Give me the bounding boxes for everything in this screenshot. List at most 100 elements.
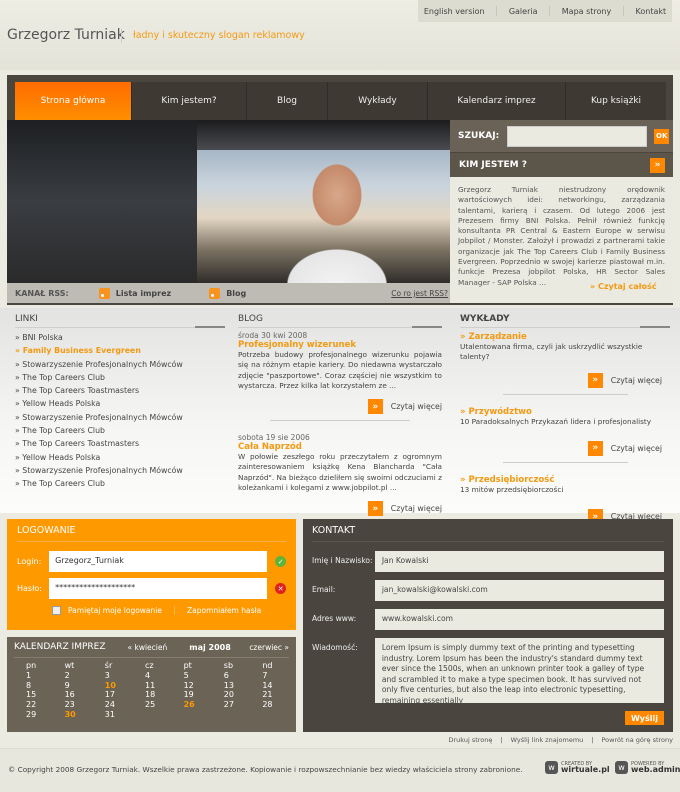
calendar-day: 20: [223, 690, 234, 700]
remember-checkbox[interactable]: [52, 606, 61, 615]
login-input[interactable]: Grzegorz_Turniak: [49, 551, 268, 572]
calendar-event-day[interactable]: 26: [172, 700, 212, 710]
rss-feed-label: Lista imprez: [115, 288, 172, 298]
calendar-event-day[interactable]: 30: [53, 710, 93, 720]
website-input[interactable]: www.kowalski.com: [374, 609, 664, 630]
link-item[interactable]: » Stowarzyszenie Profesjonalnych Mówców: [15, 464, 225, 477]
read-more-label[interactable]: Czytaj więcej: [611, 376, 662, 385]
message-textarea[interactable]: Lorem Ipsum is simply dummy text of the …: [374, 638, 664, 705]
read-more-arrow-icon[interactable]: »: [587, 372, 603, 388]
lectures-list: » Zarządzanie Utalentowana firma, czyli j…: [460, 332, 670, 525]
site-logo[interactable]: Grzegorz Turniak: [7, 27, 125, 43]
badge-name: wirtuale.pl: [561, 765, 610, 774]
calendar-day: 21: [262, 690, 273, 700]
calendar-day: 5: [183, 670, 189, 680]
calendar-day: 27: [223, 700, 234, 710]
lecture-title[interactable]: » Przywództwo: [460, 407, 670, 417]
valid-check-icon: ✓: [275, 556, 286, 567]
logo-icon: w: [615, 761, 628, 774]
link-item[interactable]: » The Top Careers Toastmasters: [15, 437, 225, 450]
back-to-top-link[interactable]: Powrót na górę strony: [601, 736, 673, 744]
post-title[interactable]: Cała Naprzód: [238, 442, 442, 452]
about-arrow-button[interactable]: »: [650, 157, 665, 173]
lecture-title[interactable]: » Przedsiębiorczość: [460, 475, 670, 485]
nav-home[interactable]: Strona główna: [15, 82, 132, 120]
read-more-button[interactable]: » Czytaj więcej: [238, 501, 442, 517]
calendar-day: 28: [262, 700, 273, 710]
lecture-title[interactable]: » Zarządzanie: [460, 332, 670, 342]
slogan: ładny i skuteczny slogan reklamowy: [133, 30, 305, 41]
rss-help-link[interactable]: Co ro jest RSS?: [391, 289, 448, 298]
top-link-english[interactable]: English version: [424, 7, 485, 16]
read-more-arrow-icon[interactable]: »: [367, 399, 383, 415]
read-more-label[interactable]: Czytaj więcej: [611, 444, 662, 453]
divider: [549, 6, 551, 16]
post-date: sobota 19 sie 2006: [238, 433, 310, 443]
rss-feed-blog[interactable]: Blog: [209, 287, 246, 299]
send-button[interactable]: Wyślij: [625, 711, 664, 725]
calendar-week: 1 2 3 4 5 6 7: [14, 671, 289, 681]
calendar-day: 17: [104, 690, 115, 700]
link-item[interactable]: » The Top Careers Club: [15, 371, 225, 384]
search-button[interactable]: OK: [654, 128, 670, 144]
hero-photo: [7, 120, 450, 283]
search-input[interactable]: [507, 125, 648, 147]
post-date: środa 30 kwi 2008: [238, 331, 308, 340]
link-item[interactable]: » The Top Careers Club: [15, 424, 225, 437]
calendar-day: 7: [262, 670, 268, 680]
rss-icon: [209, 287, 221, 299]
links-column: LINKI » BNI Polska» Family Business Ever…: [15, 314, 225, 491]
read-more-button[interactable]: » Czytaj więcej: [460, 440, 670, 456]
copyright: © Copyright 2008 Grzegorz Turniak. Wszel…: [8, 765, 523, 774]
post-excerpt: W połowie zeszłego roku przeczytałem z o…: [238, 452, 442, 493]
rss-feed-events[interactable]: Lista imprez: [98, 287, 172, 299]
top-links: English version Galeria Mapa strony Kont…: [418, 0, 672, 22]
calendar-day-header: śr: [104, 661, 113, 670]
nav-lectures[interactable]: Wykłady: [328, 82, 428, 120]
share-link[interactable]: Wyślij link znajomemu: [511, 736, 584, 744]
lectures-column: WYKŁADY » Zarządzanie Utalentowana firma,…: [460, 314, 670, 525]
top-link-contact[interactable]: Kontakt: [636, 7, 667, 16]
nav-calendar[interactable]: Kalendarz imprez: [428, 82, 566, 120]
calendar-day-header: pt: [183, 661, 192, 670]
top-link-sitemap[interactable]: Mapa strony: [562, 7, 611, 16]
forgot-password-link[interactable]: Zapomniałem hasła: [187, 606, 261, 615]
link-item[interactable]: » Family Business Evergreen: [15, 344, 225, 357]
link-item[interactable]: » Yellow Heads Polska: [15, 451, 225, 464]
link-item[interactable]: » The Top Careers Club: [15, 477, 225, 490]
read-more-arrow-icon[interactable]: »: [367, 501, 383, 517]
read-more-label[interactable]: Czytaj więcej: [391, 504, 442, 513]
calendar-week: 8 9 10 11 12 13 14: [14, 681, 289, 691]
link-item[interactable]: » Yellow Heads Polska: [15, 397, 225, 410]
powered-by-badge[interactable]: w POWERED BY web.admin: [615, 761, 680, 774]
calendar-title: KALENDARZ IMPREZ: [14, 642, 106, 652]
nav-about[interactable]: Kim jestem?: [132, 82, 247, 120]
remember-label[interactable]: Pamiętaj moje logowanie: [68, 606, 162, 615]
link-item[interactable]: » Stowarzyszenie Profesjonalnych Mówców: [15, 358, 225, 371]
name-input[interactable]: Jan Kowalski: [374, 551, 664, 572]
nav-blog[interactable]: Blog: [247, 82, 328, 120]
message-label: Wiadomość:: [312, 643, 358, 652]
events-calendar: KALENDARZ IMPREZ « kwiecień maj 2008 cze…: [7, 637, 296, 732]
blog-title: BLOG: [238, 314, 442, 328]
read-more-arrow-icon[interactable]: »: [587, 440, 603, 456]
post-excerpt: Potrzeba budowy profesjonalnego wizerunk…: [238, 350, 442, 390]
created-by-badge[interactable]: w CREATED BY wirtuale.pl: [545, 761, 610, 774]
link-item[interactable]: » BNI Polska: [15, 331, 225, 344]
password-input[interactable]: ********************: [49, 578, 268, 599]
calendar-next-month[interactable]: czerwiec »: [249, 643, 289, 652]
calendar-prev-month[interactable]: « kwiecień: [128, 643, 168, 652]
print-link[interactable]: Drukuj stronę: [448, 736, 492, 744]
nav-books[interactable]: Kup książki: [566, 82, 666, 120]
read-more-button[interactable]: » Czytaj więcej: [460, 372, 670, 388]
post-title[interactable]: Profesjonalny wizerunek: [238, 340, 442, 350]
read-more-label[interactable]: Czytaj więcej: [391, 402, 442, 411]
link-item[interactable]: » Stowarzyszenie Profesjonalnych Mówców: [15, 411, 225, 424]
link-item[interactable]: » The Top Careers Toastmasters: [15, 384, 225, 397]
calendar-event-day[interactable]: 10: [93, 681, 133, 691]
read-more-button[interactable]: » Czytaj więcej: [238, 399, 442, 415]
logo-icon: w: [545, 761, 558, 774]
email-input[interactable]: jan_kowalski@kowalski.com: [374, 580, 664, 601]
about-read-more[interactable]: » Czytaj całość: [590, 282, 657, 291]
top-link-gallery[interactable]: Galeria: [509, 7, 538, 16]
